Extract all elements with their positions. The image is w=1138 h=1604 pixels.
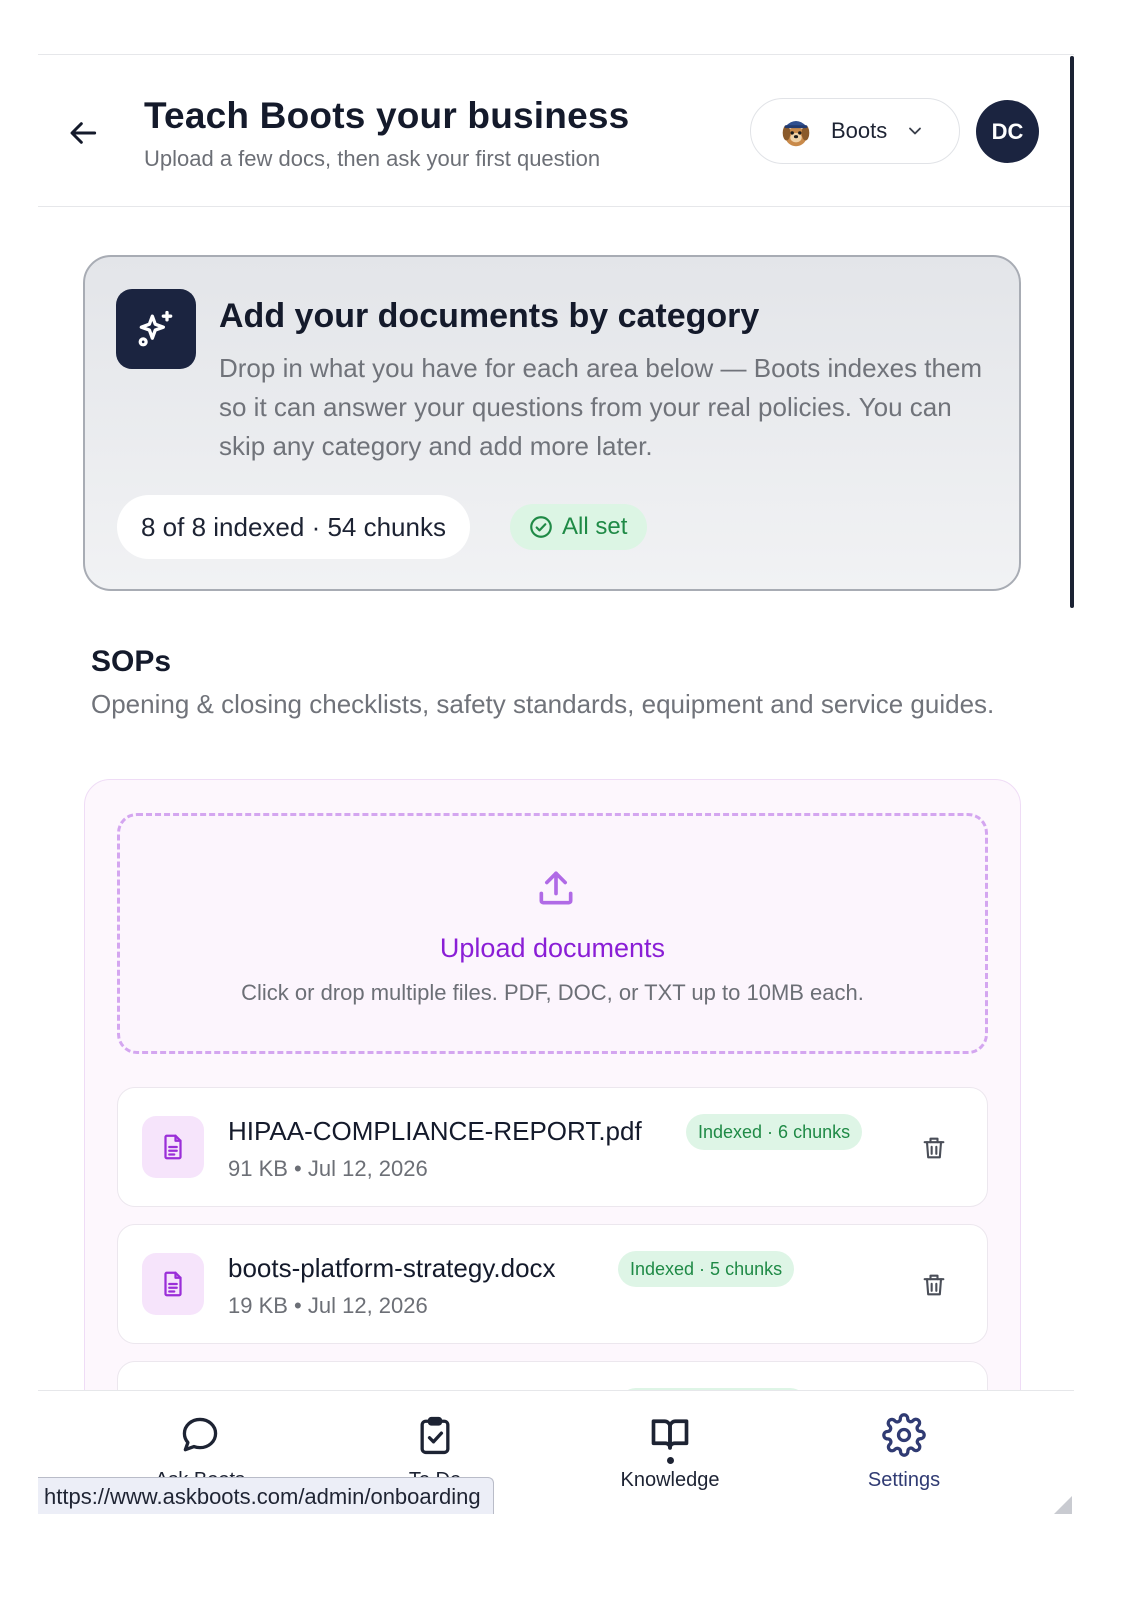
- file-row: boots-platform-strategy.docx 19 KB • Jul…: [117, 1224, 988, 1344]
- sparkles-badge: [116, 289, 196, 369]
- file-meta: 91 KB • Jul 12, 2026: [228, 1156, 428, 1181]
- trash-icon: [923, 1274, 945, 1296]
- nav-settings[interactable]: Settings: [784, 1391, 1024, 1514]
- scrollbar-thumb[interactable]: [1070, 56, 1074, 608]
- delete-file-button[interactable]: [914, 1128, 954, 1168]
- section-description: Opening & closing checklists, safety sta…: [91, 689, 995, 719]
- active-indicator: [667, 1457, 674, 1464]
- agent-selector-label: Boots: [831, 118, 888, 143]
- clipboard-check-icon: [420, 1416, 450, 1455]
- indexed-badge: Indexed · 5 chunks: [618, 1251, 795, 1287]
- intro-description: Drop in what you have for each area belo…: [219, 353, 983, 461]
- check-circle-icon: [530, 516, 552, 538]
- chat-bubble-icon: [182, 1417, 218, 1452]
- sparkles-icon: [138, 310, 173, 347]
- intro-title: Add your documents by category: [219, 297, 760, 335]
- file-row: HIPAA-COMPLIANCE-REPORT.pdf 91 KB • Jul …: [117, 1087, 988, 1207]
- indexed-badge: Indexed · 6 chunks: [686, 1114, 863, 1150]
- boots-mascot-icon: [782, 121, 810, 147]
- upload-hint: Click or drop multiple files. PDF, DOC, …: [241, 980, 864, 1005]
- index-count-pill: 8 of 8 indexed · 54 chunks: [117, 495, 470, 559]
- nav-label: Settings: [867, 1469, 941, 1491]
- upload-dropzone[interactable]: Upload documents Click or drop multiple …: [117, 813, 988, 1054]
- page-title: Teach Boots your business: [144, 95, 630, 136]
- status-badge-label: All set: [562, 513, 628, 540]
- gear-icon: [882, 1413, 926, 1457]
- agent-selector[interactable]: Boots: [750, 98, 960, 164]
- app-window: Teach Boots your business Upload a few d…: [38, 54, 1074, 1514]
- file-meta: 19 KB • Jul 12, 2026: [228, 1293, 428, 1318]
- back-button[interactable]: [62, 111, 106, 155]
- file-name: boots-platform-strategy.docx: [228, 1253, 556, 1283]
- nav-label: Knowledge: [620, 1469, 720, 1491]
- delete-file-button[interactable]: [914, 1265, 954, 1305]
- file-icon-badge: [142, 1253, 204, 1315]
- file-name: HIPAA-COMPLIANCE-REPORT.pdf: [228, 1116, 642, 1146]
- arrow-left-icon: [70, 122, 97, 144]
- upload-documents-label: Upload documents: [439, 933, 666, 963]
- status-bar-url: https://www.askboots.com/admin/onboardin…: [38, 1477, 494, 1514]
- nav-knowledge[interactable]: Knowledge: [550, 1391, 790, 1514]
- open-book-icon: [651, 1419, 689, 1450]
- chevron-down-icon: [909, 127, 922, 135]
- status-badge: All set: [510, 504, 648, 550]
- page-header: Teach Boots your business Upload a few d…: [38, 55, 1074, 207]
- resize-handle[interactable]: [1054, 1496, 1072, 1514]
- document-icon: [164, 1271, 182, 1297]
- document-icon: [164, 1134, 182, 1160]
- upload-icon: [539, 871, 573, 905]
- user-avatar[interactable]: DC: [976, 100, 1039, 163]
- page-subtitle: Upload a few docs, then ask your first q…: [144, 146, 601, 171]
- intro-card: Add your documents by category Drop in w…: [83, 255, 1021, 591]
- trash-icon: [923, 1137, 945, 1159]
- section-title: SOPs: [91, 645, 172, 678]
- file-icon-badge: [142, 1116, 204, 1178]
